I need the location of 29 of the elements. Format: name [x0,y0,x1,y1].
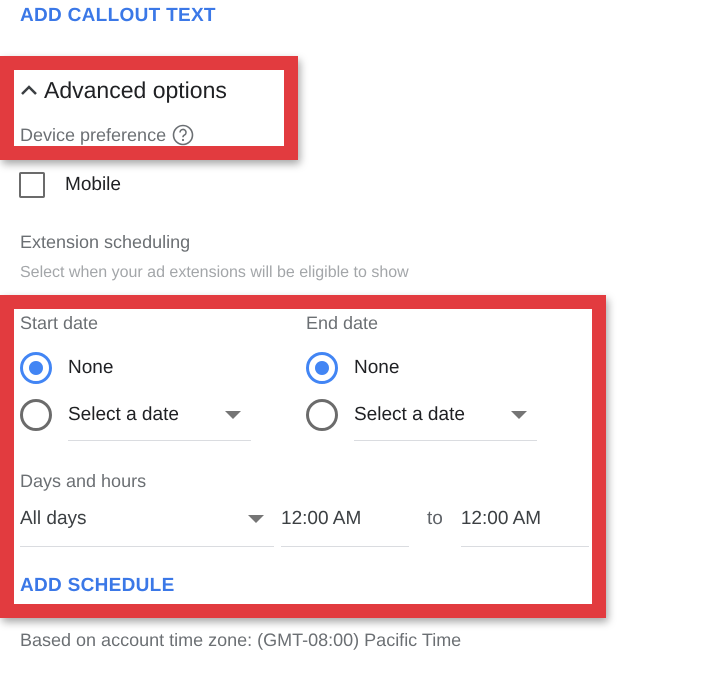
time-zone-note: Based on account time zone: (GMT-08:00) Pacific Time [20,629,462,651]
radio-button[interactable] [20,399,52,431]
date-label: Start date [20,312,100,334]
dropdown-arrow-icon [511,411,527,419]
end-time-field[interactable]: 12:00 AM [460,500,589,547]
start-time-field[interactable]: 12:00 AM [281,500,409,547]
days-dropdown[interactable]: All days [20,500,274,547]
to-label: to [426,507,444,530]
radio-label: None [354,356,400,379]
checkbox-label: Mobile [65,174,121,196]
days-and-hours-label: Days and hours [20,470,148,492]
add-schedule-link[interactable]: ADD SCHEDULE [20,575,592,597]
date-label: End date [306,312,380,334]
radio-button[interactable] [306,352,338,384]
section-title: Extension scheduling [20,231,190,253]
dropdown-arrow-icon [248,515,264,523]
date-dropdown[interactable]: Select a date [354,395,537,441]
add-callout-text-link[interactable]: ADD CALLOUT TEXT [20,5,216,27]
date-dropdown[interactable]: Select a date [68,395,251,441]
advanced-options-toggle[interactable]: Advanced options [20,76,227,104]
dropdown-arrow-icon [225,411,241,419]
radio-label: None [68,356,114,379]
radio-button[interactable] [306,399,338,431]
section-subtitle: Select when your ad extensions will be eligible to show [20,263,409,283]
device-preference-label: Device preference [20,124,166,146]
checkbox[interactable] [19,172,45,198]
help-icon[interactable] [172,124,194,146]
radio-button[interactable] [20,352,52,384]
chevron-up-icon [20,84,38,96]
